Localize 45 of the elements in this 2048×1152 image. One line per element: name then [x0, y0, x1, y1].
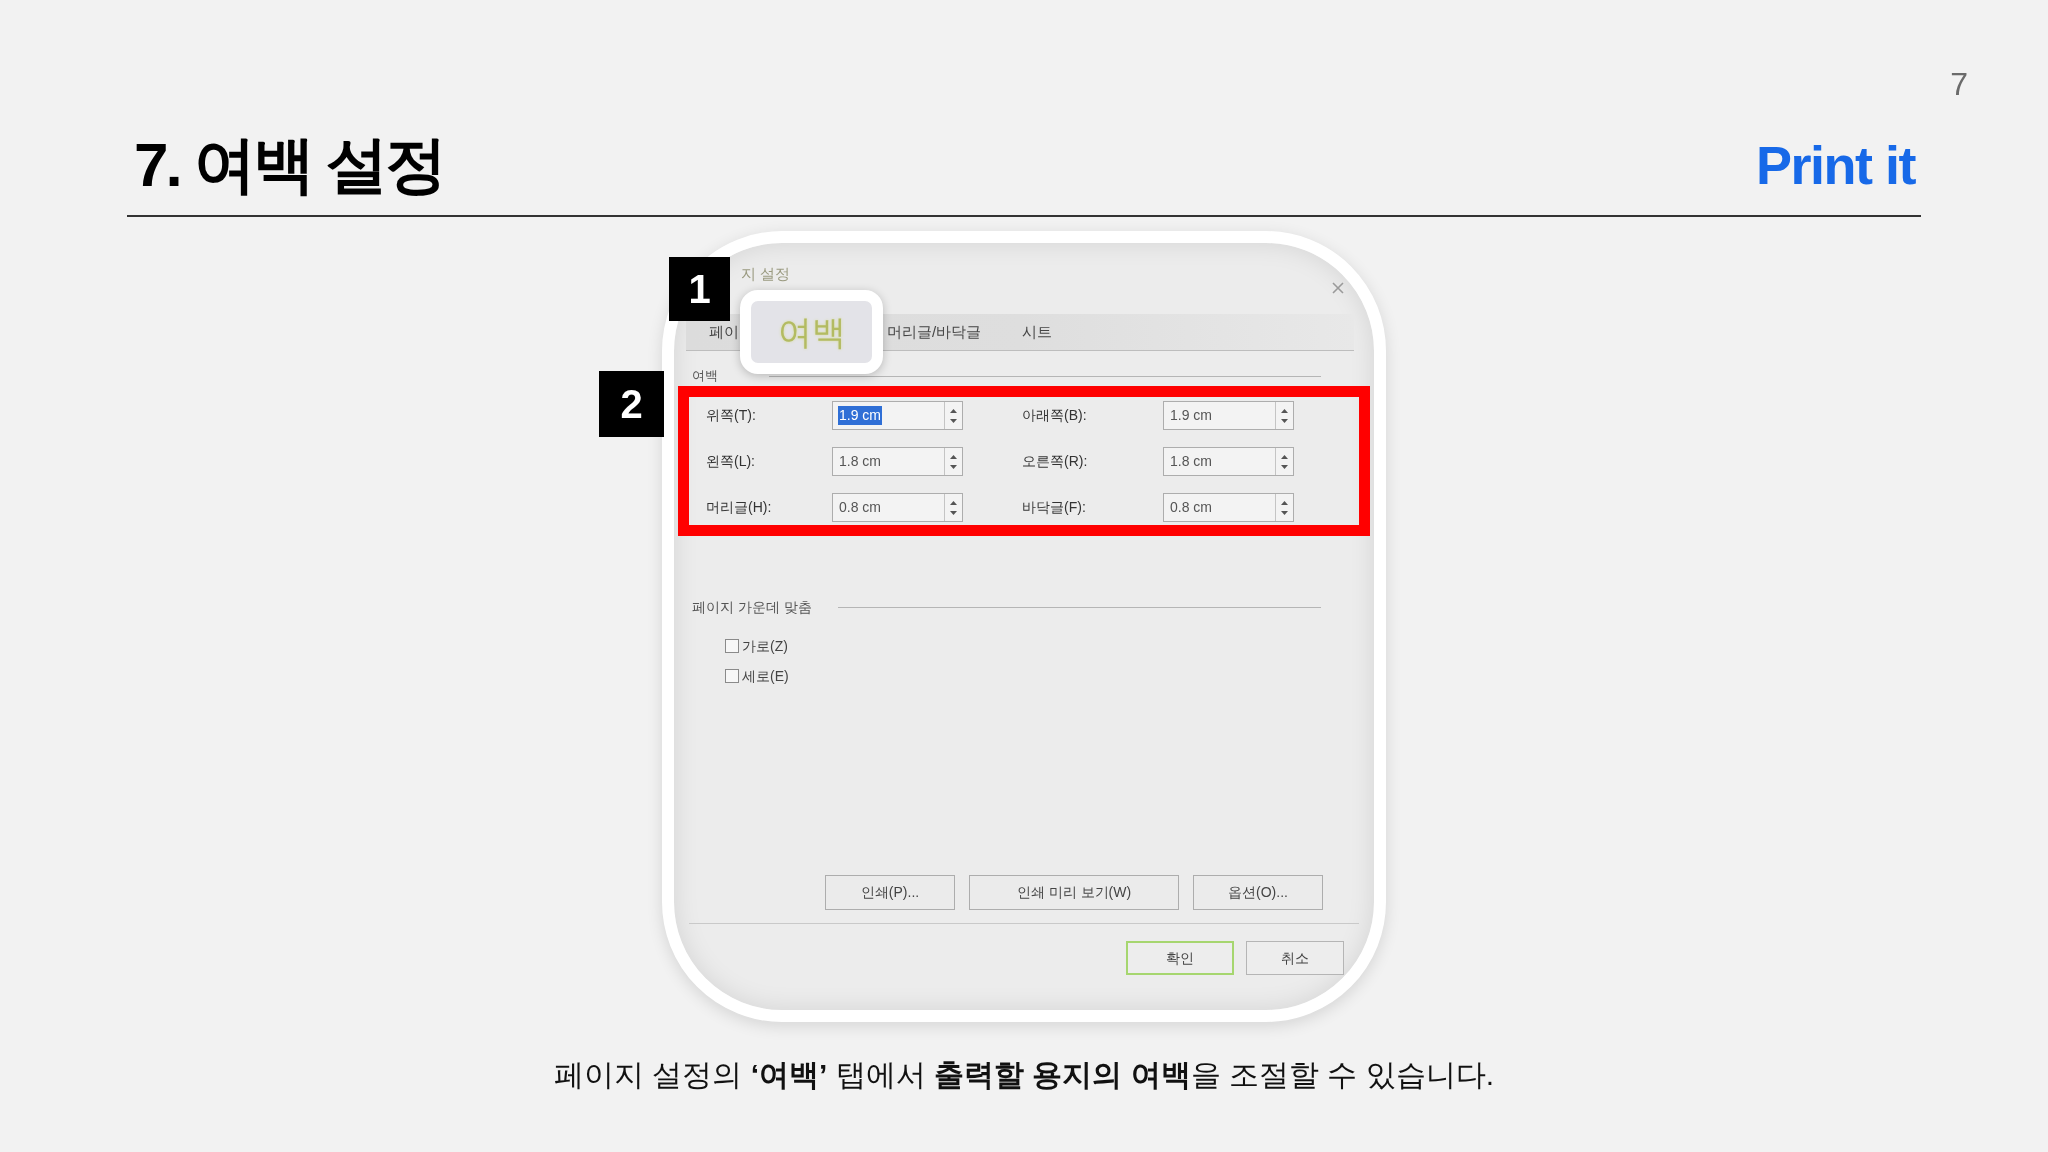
spin-field[interactable]: 0.8 cm — [832, 493, 963, 522]
dialog-button[interactable]: 취소 — [1246, 941, 1344, 975]
section-label: 페이지 가운데 맞춤 — [692, 597, 812, 617]
up-down-arrows-icon — [1281, 408, 1288, 423]
field-label: 아래쪽(B): — [1022, 406, 1087, 425]
slide-title: 7. 여백 설정 — [134, 129, 445, 201]
brand-name: Print it — [1756, 135, 1915, 195]
up-down-arrows-icon — [950, 500, 957, 515]
tab[interactable]: 시트 — [1018, 322, 1057, 342]
field-value: 0.8 cm — [838, 498, 882, 517]
dialog-title: 지 설정 — [741, 264, 791, 283]
checkbox-label: 세로(E) — [742, 667, 789, 685]
number-badge: 1 — [669, 257, 730, 321]
number-badge: 2 — [599, 371, 664, 437]
caption: 페이지 설정의 ‘여백’ 탭에서 출력할 용지의 여백을 조절할 수 있습니다. — [554, 1057, 1494, 1093]
section-label: 여백 — [692, 367, 718, 385]
dialog-button[interactable]: 확인 — [1126, 941, 1234, 975]
up-down-arrows-icon — [1281, 500, 1288, 515]
spin-field[interactable]: 1.9 cm — [1163, 401, 1294, 430]
checkbox[interactable] — [725, 669, 739, 683]
field-label: 머리글(H): — [706, 498, 772, 517]
spin-field[interactable]: 1.9 cm — [832, 401, 963, 430]
field-label: 오른쪽(R): — [1022, 452, 1088, 471]
up-down-arrows-icon — [1281, 454, 1288, 469]
field-label: 왼쪽(L): — [706, 452, 755, 471]
tab[interactable]: 머리글/바닥글 — [883, 322, 986, 342]
field-value: 1.8 cm — [1169, 452, 1213, 471]
tab[interactable]: 페이 — [705, 322, 743, 342]
field-label: 바닥글(F): — [1022, 498, 1086, 517]
spin-field[interactable]: 0.8 cm — [1163, 493, 1294, 522]
checkbox-label: 가로(Z) — [742, 637, 788, 655]
spin-field[interactable]: 1.8 cm — [832, 447, 963, 476]
up-down-arrows-icon — [950, 408, 957, 423]
dialog-button[interactable]: 옵션(O)... — [1193, 875, 1323, 910]
field-value: 0.8 cm — [1169, 498, 1213, 517]
up-down-arrows-icon — [950, 454, 957, 469]
field-value: 1.9 cm — [838, 406, 882, 425]
page-number: 7 — [1950, 66, 1968, 102]
checkbox[interactable] — [725, 639, 739, 653]
field-label: 위쪽(T): — [706, 406, 756, 425]
dialog-button[interactable]: 인쇄 미리 보기(W) — [969, 875, 1179, 910]
field-value: 1.8 cm — [838, 452, 882, 471]
spin-field[interactable]: 1.8 cm — [1163, 447, 1294, 476]
dialog-button[interactable]: 인쇄(P)... — [825, 875, 955, 910]
field-value: 1.9 cm — [1169, 406, 1213, 425]
